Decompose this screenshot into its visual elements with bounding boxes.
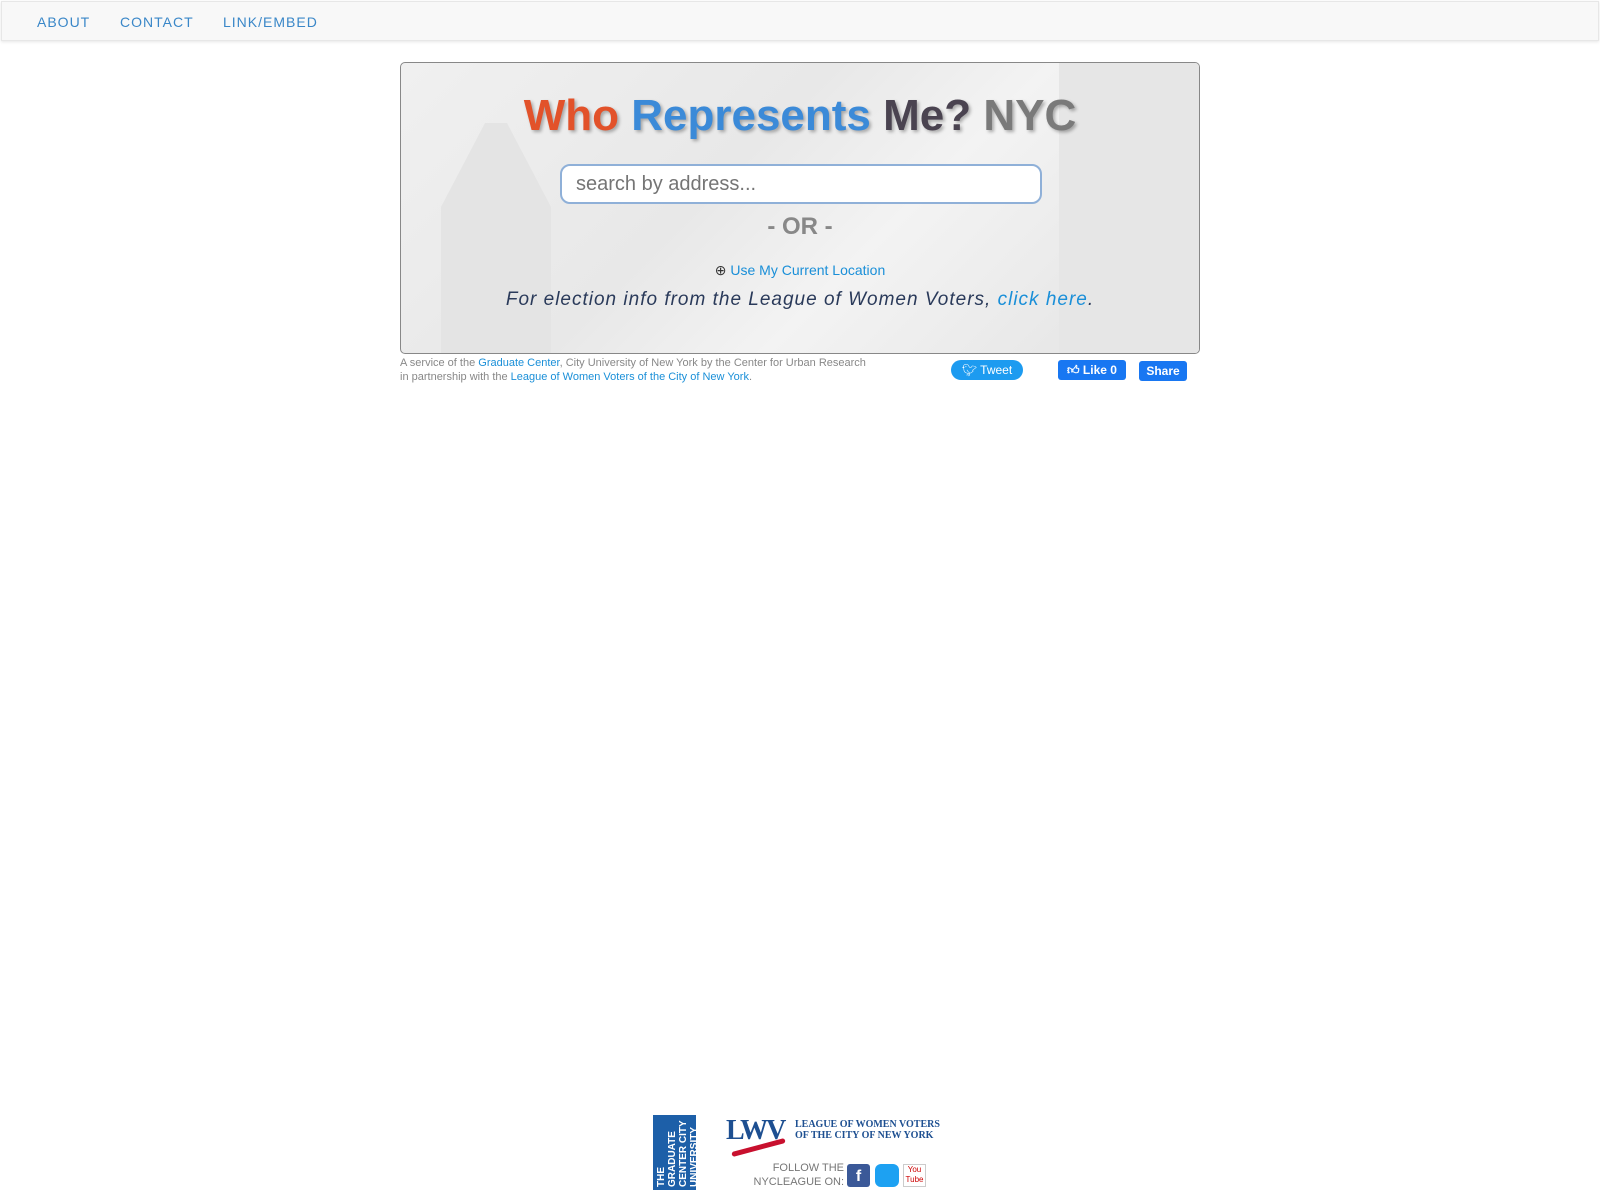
facebook-share-button[interactable]: Share xyxy=(1139,361,1187,381)
follow-text: FOLLOW THE NYCLEAGUE ON: xyxy=(740,1161,844,1189)
facebook-icon[interactable]: f xyxy=(847,1164,870,1187)
credit-text: A service of the Graduate Center, City U… xyxy=(400,356,870,384)
credit-t1: A service of the xyxy=(400,357,479,369)
lwv-info: For election info from the League of Wom… xyxy=(401,289,1199,311)
twitter-icon: 🐦︎ xyxy=(961,363,978,377)
title-represents: Represents xyxy=(631,91,871,140)
page-title: Who Represents Me? NYC xyxy=(401,91,1199,141)
graduate-center-logo[interactable]: THE GRADUATE CENTER CITY UNIVERSITY OF N… xyxy=(653,1115,696,1190)
tweet-label: Tweet xyxy=(980,363,1013,377)
address-search-input[interactable] xyxy=(560,164,1042,204)
use-location-link[interactable]: ⊕ Use My Current Location xyxy=(401,262,1199,279)
title-nyc: NYC xyxy=(983,91,1077,140)
facebook-like-button[interactable]: 👍︎ Like 0 xyxy=(1058,360,1126,380)
graduate-center-link[interactable]: Graduate Center xyxy=(478,357,559,369)
thumbs-up-icon: 👍︎ xyxy=(1067,363,1080,377)
credit-t3: . xyxy=(748,371,753,383)
title-me: Me? xyxy=(883,91,972,140)
hero-panel: Who Represents Me? NYC - OR - ⊕ Use My C… xyxy=(400,62,1200,354)
follow-2: NYCLEAGUE ON: xyxy=(753,1176,844,1188)
nav-about[interactable]: ABOUT xyxy=(37,14,90,30)
or-divider: - OR - xyxy=(767,213,833,240)
lwv-logo[interactable]: LWV LEAGUE OF WOMEN VOTERS OF THE CITY O… xyxy=(726,1115,946,1160)
like-label: Like 0 xyxy=(1082,363,1117,377)
twitter-follow-icon[interactable] xyxy=(875,1164,899,1187)
youtube-icon[interactable]: You Tube xyxy=(903,1164,926,1187)
follow-1: FOLLOW THE xyxy=(772,1162,844,1174)
crosshair-icon: ⊕ xyxy=(714,262,727,278)
tweet-button[interactable]: 🐦︎ Tweet xyxy=(951,360,1023,380)
lwv-click-here-link[interactable]: click here xyxy=(998,289,1088,310)
lwv-name-2: OF THE CITY OF NEW YORK xyxy=(795,1130,934,1141)
nav-contact[interactable]: CONTACT xyxy=(120,14,194,30)
nav-link-embed[interactable]: LINK/EMBED xyxy=(223,14,318,30)
title-who: Who xyxy=(523,91,619,140)
lwv-nyc-link[interactable]: League of Women Voters of the City of Ne… xyxy=(511,371,749,383)
lwv-end: . xyxy=(1087,289,1095,310)
location-label: Use My Current Location xyxy=(730,262,886,278)
top-navbar: ABOUT CONTACT LINK/EMBED xyxy=(1,1,1599,41)
gc-logo-text: THE GRADUATE CENTER CITY UNIVERSITY OF N… xyxy=(656,1120,696,1188)
lwv-text: For election info from the League of Wom… xyxy=(505,289,998,310)
lwv-name-1: LEAGUE OF WOMEN VOTERS xyxy=(795,1119,940,1130)
